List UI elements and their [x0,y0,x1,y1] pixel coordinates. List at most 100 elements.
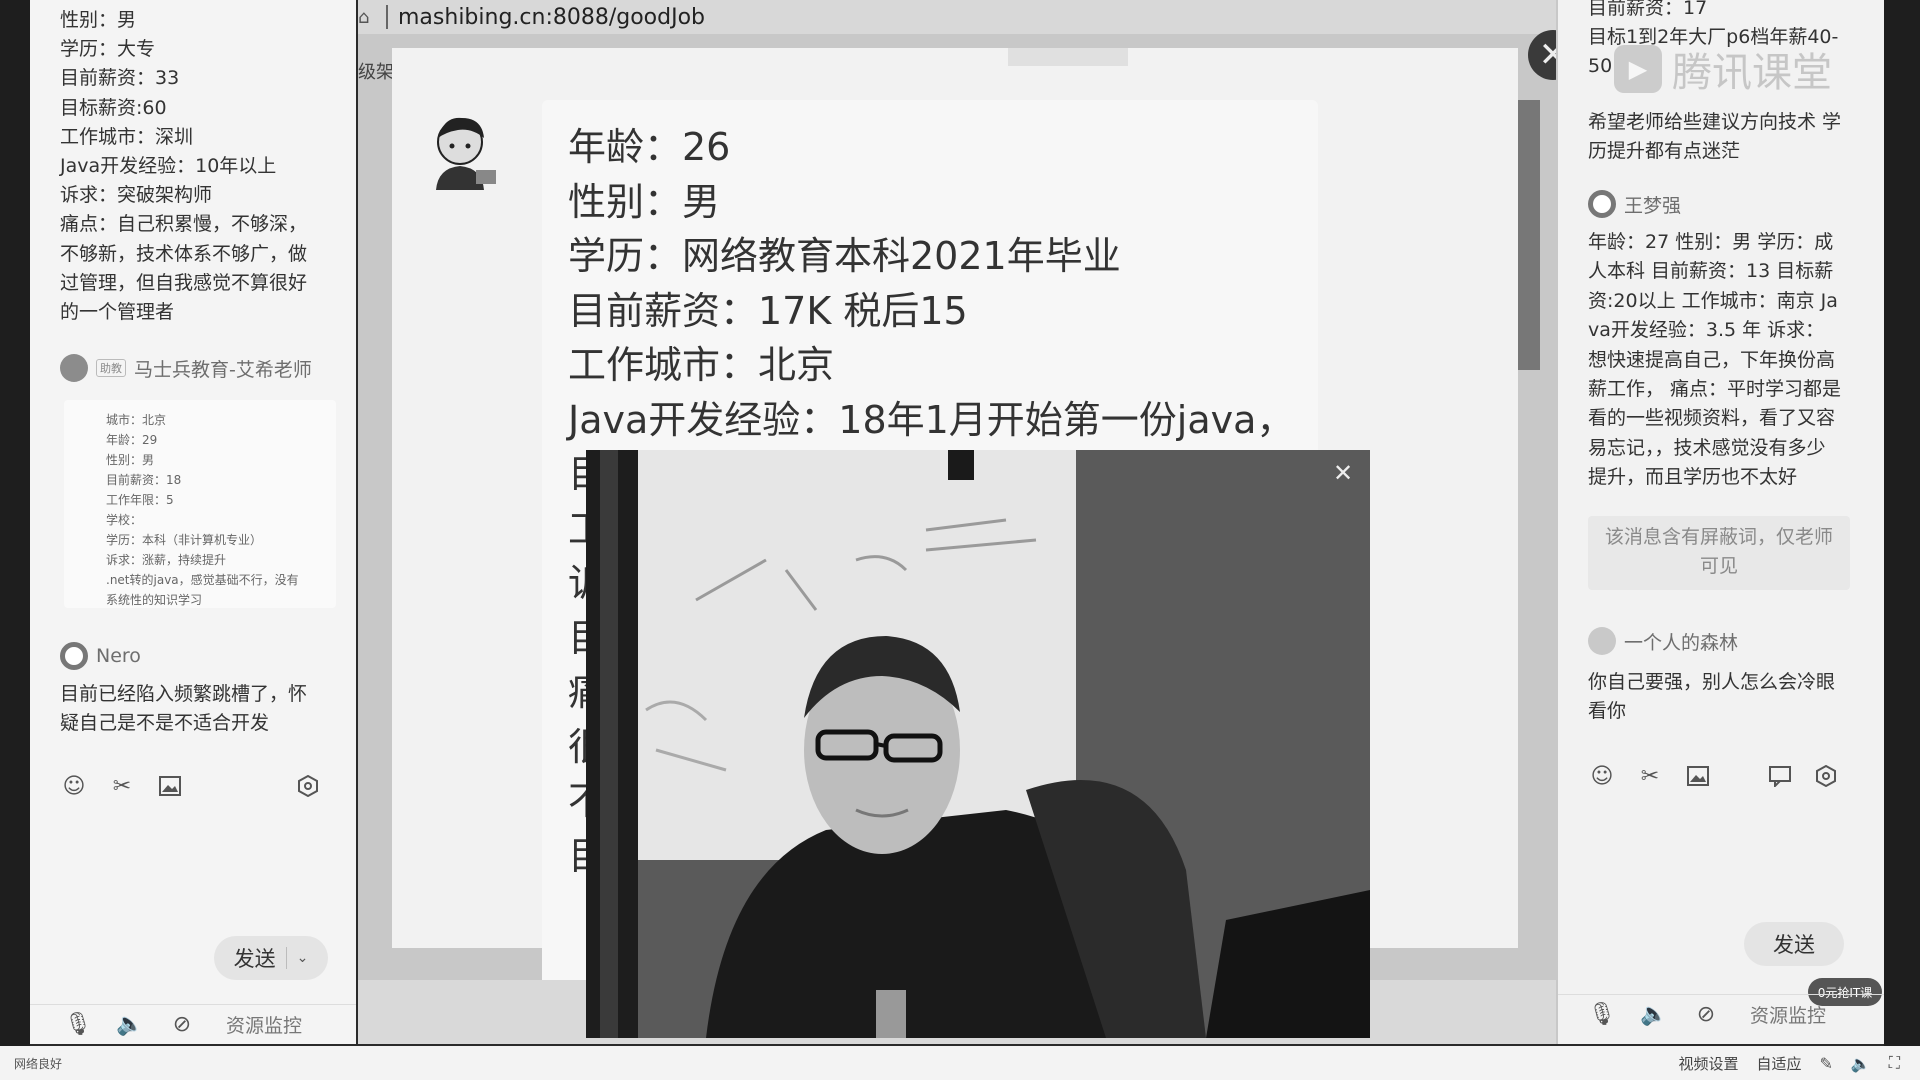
speaker-icon[interactable]: 🔈 [1851,1054,1871,1073]
message-line: 人本科 目前薪资：13 目标薪 [1588,260,1834,283]
status-controls: 视频设置 自适应 ✎ 🔈 ⛶ [1678,1053,1900,1074]
emoji-icon[interactable]: ☺ [60,772,88,800]
chat-message-profile: 性别：男 学历：大专 目前薪资：33 目标薪资:60 工作城市：深圳 Java开… [60,6,350,327]
pen-icon[interactable]: ✎ [1819,1054,1832,1073]
microphone-icon[interactable]: 🎙 [64,1011,92,1039]
network-status: 网络良好 [14,1056,63,1071]
image-text-line: 工作年限：5 [106,493,174,507]
message-line: 目前薪资：33 [60,67,180,90]
image-text-line: 系统性的知识学习 [106,593,203,607]
post-line: Java开发经验：18年1月开始第一份java， [568,397,1295,442]
author-name[interactable]: 王梦强 [1624,191,1681,218]
assistant-role-tag: 助教 [96,359,126,377]
teacher-camera-window[interactable]: ✕ [586,450,1370,1038]
side-label: 级架 [358,62,394,83]
fit-button[interactable]: 自适应 [1756,1053,1801,1074]
message-line: 过管理，但自我感觉不算很好 [60,271,308,294]
send-label: 发送 [233,947,276,971]
post-line: 工作城市：北京 [568,343,835,387]
image-text-line: 城市：北京 [106,413,167,427]
settings-icon[interactable] [294,772,322,800]
chat-message: 年龄：27 性别：男 学历：成 人本科 目前薪资：13 目标薪 资:20以上 工… [1588,228,1858,493]
message-line: 看的一些视频资料，看了又容 [1588,407,1836,430]
chat-message: 你自己要强，别人怎么会冷眼 看你 [1588,668,1858,727]
scissors-icon[interactable]: ✂ [108,772,136,800]
message-line: 希望老师给些建议方向技术 学 [1588,111,1842,133]
divider [386,5,388,29]
image-text-line: 学校： [106,513,143,527]
speaker-icon[interactable]: 🔈 [1640,1001,1668,1029]
message-line: 的一个管理者 [60,301,175,324]
settings-icon[interactable] [1812,762,1840,790]
chat-input-toolbar: ☺ ✂ [60,772,350,800]
resource-monitor-button[interactable]: 资源监控 [226,1011,302,1038]
image-text-line: 目前薪资：18 [106,473,182,487]
message-line: 想快速提高自己，下年换份高 [1588,348,1836,371]
author-row: 一个人的森林 [1588,627,1738,655]
status-bar: 网络良好 视频设置 自适应 ✎ 🔈 ⛶ [0,1046,1920,1080]
message-line: 易忘记，，技术感觉没有多少 [1588,436,1826,459]
divider [285,947,287,969]
author-name[interactable]: Nero [96,645,141,667]
post-line: 年龄：26 [568,125,731,169]
message-line: 性别：男 [60,9,137,31]
assistant-author-row: 助教 马士兵教育-艾希老师 [60,354,312,382]
message-line: 目标薪资:60 [60,96,167,119]
message-line: 资:20以上 工作城市：南京 Ja [1588,289,1838,312]
video-settings-button[interactable]: 视频设置 [1678,1053,1738,1074]
message-line: 提升，而且学历也不太好 [1588,466,1798,489]
author-name[interactable]: 马士兵教育-艾希老师 [134,355,312,382]
avatar[interactable] [60,642,88,670]
avatar[interactable] [60,354,88,382]
microphone-icon[interactable]: 🎙 [1588,1001,1616,1029]
message-line: 不够新，技术体系不够广，做 [60,242,308,265]
avatar[interactable] [1588,627,1616,655]
send-button[interactable]: 发送 [1744,922,1844,966]
post-line: 目前薪资：17K 税后15 [568,288,968,333]
image-icon[interactable] [1684,762,1712,790]
message-line: 目前薪资：17 [1588,0,1708,19]
message-line: va开发经验：3.5 年 诉求： [1588,319,1825,342]
left-edge [0,0,30,1046]
post-line: 学历：网络教育本科2021年毕业 [568,234,1121,278]
send-button[interactable]: 发送 ⌄ [214,936,328,980]
close-icon[interactable]: ✕ [1330,460,1356,486]
scrollbar[interactable] [1518,100,1540,370]
image-text-line: 性别：男 [106,453,155,467]
notice-line: 该消息含有屏蔽词，仅老师 [1604,526,1833,548]
image-text-line: 诉求：涨薪，持续提升 [106,553,227,567]
fullscreen-icon[interactable]: ⛶ [1889,1053,1900,1073]
blocked-message-notice: 该消息含有屏蔽词，仅老师 可见 [1588,516,1850,590]
message-line: 疑自己是不是不适合开发 [60,712,270,735]
message-line: 看你 [1588,700,1627,723]
speaker-icon[interactable]: 🔈 [116,1011,144,1039]
chevron-down-icon[interactable]: ⌄ [297,950,309,966]
poster-avatar[interactable] [428,112,498,192]
avatar[interactable] [1588,190,1616,218]
right-edge [1884,0,1920,1046]
image-icon[interactable] [156,772,184,800]
message-line: 年龄：27 性别：男 学历：成 [1588,231,1834,253]
url-text[interactable]: mashibing.cn:8088/goodJob [398,5,705,30]
camera-off-icon[interactable]: ⊘ [168,1011,196,1039]
message-line: 历提升都有点迷茫 [1588,140,1741,163]
post-line: 性别：男 [568,179,721,224]
message-icon[interactable] [1766,762,1794,790]
tab-strip[interactable] [1008,48,1128,66]
scissors-icon[interactable]: ✂ [1636,762,1664,790]
media-control-bar: 🎙 🔈 ⊘ 资源监控 [30,1004,356,1044]
browser-address-bar[interactable]: ⌂ mashibing.cn:8088/goodJob [358,0,1556,34]
author-name[interactable]: 一个人的森林 [1624,628,1738,655]
camera-off-icon[interactable]: ⊘ [1692,1001,1720,1029]
right-chat-panel: 目前薪资：17 目标1到2年大厂p6档年薪40- 50 ▶ 腾讯课堂 希望老师给… [1556,0,1884,1044]
emoji-icon[interactable]: ☺ [1588,762,1616,790]
media-control-bar: 🎙 🔈 ⊘ 资源监控 [1558,994,1884,1034]
play-icon: ▶ [1614,45,1662,93]
watermark-text: 腾讯课堂 [1672,50,1832,96]
message-line: 薪工作， 痛点：平时学习都是 [1588,378,1842,401]
message-line: 工作城市：深圳 [60,125,194,148]
chat-image-message[interactable]: 城市：北京 年龄：29 性别：男 目前薪资：18 工作年限：5 学校： 学历：本… [64,400,336,608]
chat-message-nero: 目前已经陷入频繁跳槽了，怀 疑自己是不是不适合开发 [60,680,350,738]
nero-author-row: Nero [60,642,141,670]
resource-monitor-button[interactable]: 资源监控 [1750,1001,1826,1028]
